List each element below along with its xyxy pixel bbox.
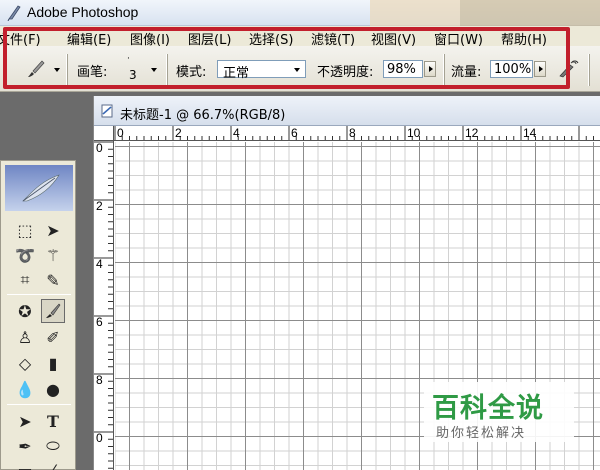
watermark-title: 百科全说 bbox=[432, 393, 544, 424]
opacity-field[interactable]: 98% bbox=[383, 60, 423, 78]
chevron-down-icon bbox=[294, 68, 300, 72]
separator bbox=[66, 54, 68, 86]
brush-size[interactable]: 3 bbox=[129, 68, 137, 82]
document-title: 未标题-1 @ 66.7%(RGB/8) bbox=[120, 108, 286, 123]
healing-brush-tool-icon[interactable]: ✪ bbox=[13, 299, 37, 323]
mode-label: 模式: bbox=[176, 65, 207, 80]
pen-tool-icon[interactable]: ✒ bbox=[13, 434, 37, 458]
ruler-label: 8 bbox=[96, 373, 103, 387]
tool-preset-arrow[interactable] bbox=[54, 68, 60, 72]
flow-value: 100% bbox=[494, 62, 532, 77]
menu-bar: 文件(F) 编辑(E) 图像(I) 图层(L) 选择(S) 滤镜(T) 视图(V… bbox=[0, 26, 600, 48]
toolbox-header[interactable] bbox=[5, 165, 73, 211]
airbrush-icon[interactable] bbox=[557, 59, 579, 79]
ruler-label: 14 bbox=[523, 126, 537, 140]
opacity-label: 不透明度: bbox=[317, 65, 374, 80]
flow-slider-button[interactable] bbox=[534, 61, 546, 77]
notes-tool-icon[interactable]: ▭ bbox=[13, 458, 37, 470]
blurred-region bbox=[370, 0, 460, 26]
feather-icon bbox=[22, 174, 60, 202]
blur-tool-icon[interactable]: 💧 bbox=[13, 377, 37, 401]
brush-tool-icon[interactable] bbox=[24, 58, 46, 80]
ruler-label: 4 bbox=[233, 126, 240, 140]
ruler-label: 0 bbox=[96, 431, 103, 445]
dodge-tool-icon[interactable]: ● bbox=[41, 377, 65, 401]
brush-tool-icon[interactable] bbox=[41, 299, 65, 323]
ruler-ticks bbox=[94, 141, 113, 469]
ruler-label: 2 bbox=[96, 199, 103, 213]
lasso-tool-icon[interactable]: ➰ bbox=[13, 243, 37, 267]
watermark: 百科全说 助你轻松解决 bbox=[424, 382, 574, 442]
brush-icon bbox=[46, 303, 61, 318]
ellipse-tool-icon[interactable]: ⬭ bbox=[41, 434, 65, 458]
separator bbox=[166, 54, 168, 86]
brush-preview-dot: · bbox=[127, 54, 130, 64]
horizontal-ruler[interactable]: 0 2 4 6 8 10 12 14 bbox=[114, 126, 600, 141]
move-tool-icon[interactable]: ➤ bbox=[41, 218, 65, 242]
title-bar: Adobe Photoshop bbox=[0, 0, 600, 26]
opacity-slider-button[interactable] bbox=[424, 61, 436, 77]
document-title-bar[interactable]: 未标题-1 @ 66.7%(RGB/8) bbox=[94, 96, 600, 126]
flow-field[interactable]: 100% bbox=[490, 60, 533, 78]
ruler-label: 4 bbox=[96, 257, 103, 271]
app-title: Adobe Photoshop bbox=[27, 4, 139, 20]
mode-value: 正常 bbox=[223, 66, 250, 81]
photoshop-feather-icon bbox=[7, 5, 21, 21]
brush-label: 画笔: bbox=[77, 65, 108, 80]
separator bbox=[443, 54, 445, 86]
magic-wand-tool-icon[interactable]: ⚚ bbox=[41, 243, 65, 267]
marquee-tool-icon[interactable]: ⬚ bbox=[13, 218, 37, 242]
ruler-label: 6 bbox=[291, 126, 298, 140]
separator bbox=[7, 404, 71, 405]
ruler-origin[interactable] bbox=[94, 126, 114, 141]
watermark-subtitle: 助你轻松解决 bbox=[436, 426, 527, 441]
separator bbox=[7, 294, 71, 295]
ruler-label: 12 bbox=[465, 126, 479, 140]
gradient-tool-icon[interactable]: ▮ bbox=[41, 351, 65, 375]
crop-tool-icon[interactable]: ⌗ bbox=[13, 268, 37, 292]
type-tool-icon[interactable]: T bbox=[41, 409, 65, 433]
blurred-region bbox=[460, 0, 600, 26]
mode-select[interactable]: 正常 bbox=[217, 60, 306, 81]
path-selection-tool-icon[interactable]: ➤ bbox=[13, 409, 37, 433]
document-icon bbox=[101, 104, 113, 118]
opacity-value: 98% bbox=[387, 62, 416, 77]
eraser-tool-icon[interactable]: ◇ bbox=[13, 351, 37, 375]
history-brush-tool-icon[interactable]: ✐ bbox=[41, 325, 65, 349]
eyedropper-tool-icon[interactable]: ⁄ bbox=[41, 458, 65, 470]
flow-label: 流量: bbox=[451, 65, 482, 80]
brush-picker-arrow[interactable] bbox=[151, 68, 157, 72]
ruler-label: 2 bbox=[175, 126, 182, 140]
ruler-label: 0 bbox=[117, 126, 124, 140]
ruler-label: 0 bbox=[96, 141, 103, 155]
ruler-label: 10 bbox=[407, 126, 421, 140]
vertical-ruler[interactable]: 0 2 4 6 8 0 bbox=[94, 141, 114, 470]
options-bar: 画笔: · 3 模式: 正常 不透明度: 98% 流量: 100% bbox=[0, 46, 600, 92]
clone-stamp-tool-icon[interactable]: ♙ bbox=[13, 325, 37, 349]
slice-tool-icon[interactable]: ✎ bbox=[41, 268, 65, 292]
toolbox-panel: ⬚ ➤ ➰ ⚚ ⌗ ✎ ✪ ♙ ✐ ◇ ▮ 💧 ● ➤ T ✒ ⬭ ▭ ⁄ bbox=[0, 160, 76, 470]
separator bbox=[588, 54, 590, 86]
ruler-label: 8 bbox=[349, 126, 356, 140]
ruler-label: 6 bbox=[96, 315, 103, 329]
